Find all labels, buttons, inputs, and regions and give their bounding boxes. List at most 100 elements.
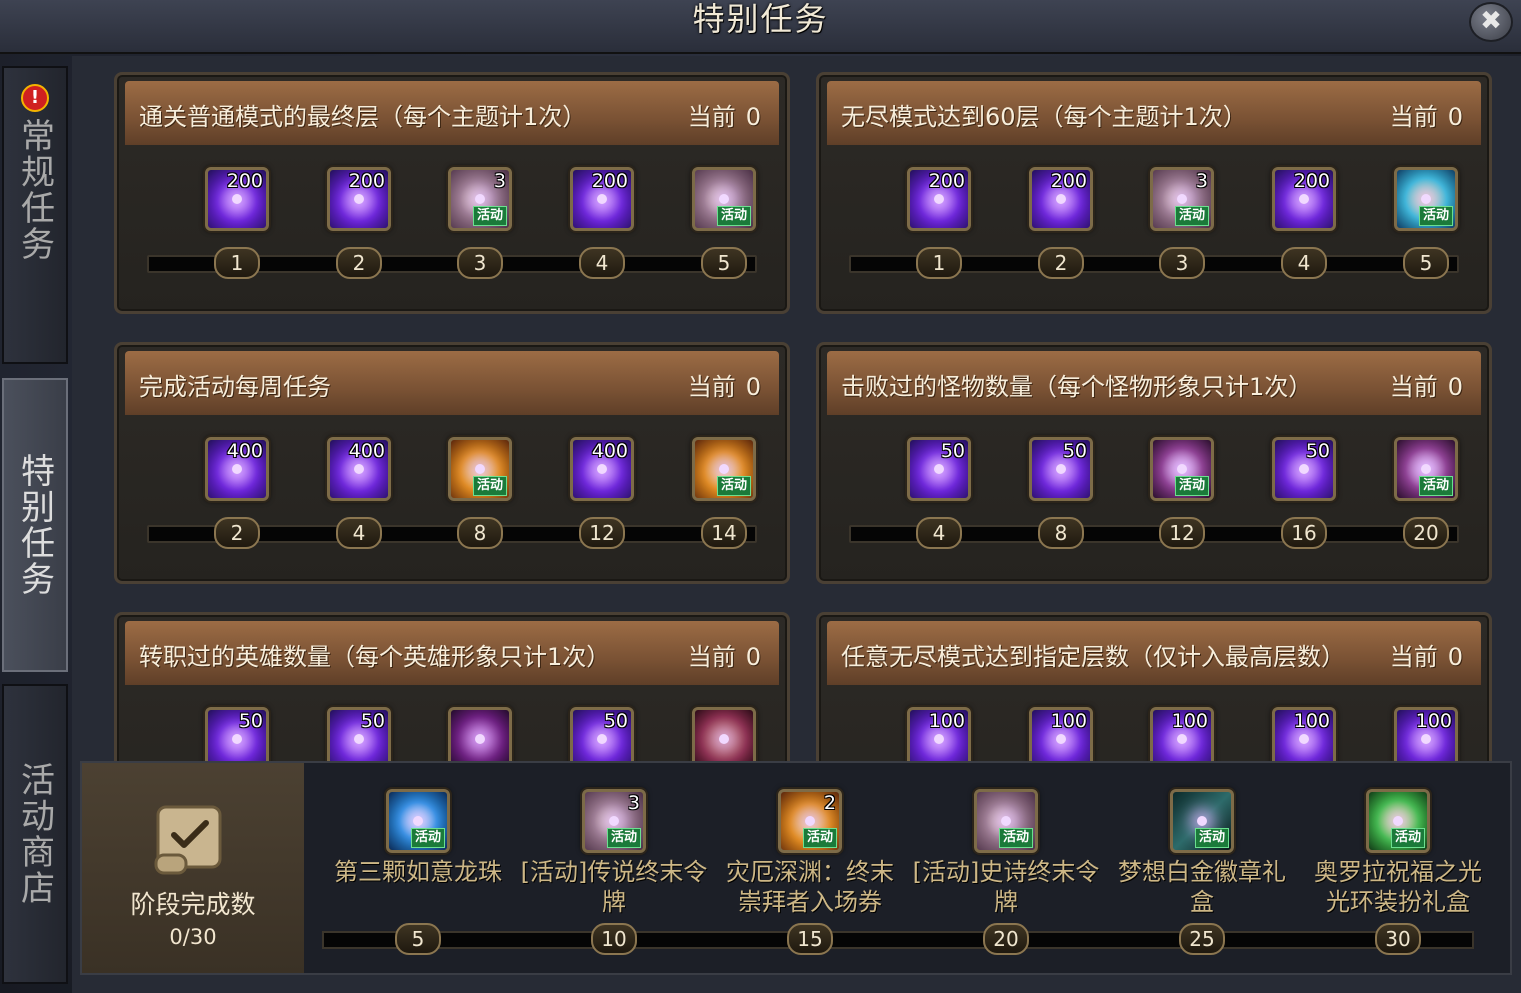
tab-event-shop[interactable]: 活动商店 (2, 684, 68, 984)
tab-special-tasks[interactable]: 特别任务 (2, 378, 68, 672)
reward-quantity: 50 (360, 710, 385, 732)
crystal-reward-icon[interactable]: 400 (205, 437, 269, 501)
task-card: 击败过的怪物数量（每个怪物形象只计1次） 当前 0 50 50 活动 50 活动 4 8 12 16 2… (816, 342, 1492, 584)
task-header: 无尽模式达到60层（每个主题计1次） 当前 0 (827, 81, 1481, 145)
milestone-node: 4 (336, 517, 382, 549)
milestone-node: 14 (701, 517, 747, 549)
task-card: 完成活动每周任务 当前 0 400 400 活动 400 活动 2 4 8 12 14 (114, 342, 790, 584)
token-reward-icon[interactable]: 活动 (692, 167, 756, 231)
task-title: 通关普通模式的最终层（每个主题计1次） (139, 103, 587, 131)
event-tag: 活动 (472, 206, 507, 226)
current-label: 当前 (687, 373, 736, 401)
tab-label: 常规任务 (14, 118, 55, 262)
chest-pink-reward-icon[interactable]: 活动 (1150, 437, 1214, 501)
token-reward-icon[interactable]: 3 活动 (448, 167, 512, 231)
stage-reward-name: 灾厄深渊：终末崇拜者入场券 (726, 858, 894, 916)
title-bar: 特别任务 ✖ (0, 0, 1521, 54)
chest-green-stage-reward-icon[interactable]: 活动 (1366, 789, 1430, 853)
reward-quantity: 100 (1171, 710, 1208, 732)
task-header: 任意无尽模式达到指定层数（仅计入最高层数） 当前 0 (827, 621, 1481, 685)
milestone-node: 3 (1159, 247, 1205, 279)
gold-reward-icon[interactable]: 活动 (692, 437, 756, 501)
event-tag: 活动 (1174, 206, 1209, 226)
chest-blue-reward-icon[interactable]: 活动 (1394, 167, 1458, 231)
task-current: 当前 0 (688, 367, 761, 402)
reward-quantity: 400 (226, 440, 263, 462)
reward-quantity: 100 (928, 710, 965, 732)
current-label: 当前 (687, 103, 736, 131)
event-tag: 活动 (716, 476, 751, 496)
crystal-reward-icon[interactable]: 200 (1272, 167, 1336, 231)
crystal-reward-icon[interactable]: 400 (327, 437, 391, 501)
milestone-node: 20 (1403, 517, 1449, 549)
tab-regular-tasks[interactable]: ! 常规任务 (2, 66, 68, 364)
task-current: 当前 0 (688, 97, 761, 132)
event-tag: 活动 (472, 476, 507, 496)
crystal-reward-icon[interactable]: 200 (907, 167, 971, 231)
orb-stage-reward-icon[interactable]: 活动 (386, 789, 450, 853)
milestone-node: 2 (336, 247, 382, 279)
reward-quantity: 400 (348, 440, 385, 462)
reward-quantity: 2 (823, 792, 836, 814)
task-header: 完成活动每周任务 当前 0 (125, 351, 779, 415)
crystal-reward-icon[interactable]: 400 (570, 437, 634, 501)
stage-summary: 阶段完成数 0/30 (82, 763, 304, 973)
task-title: 任意无尽模式达到指定层数（仅计入最高层数） (841, 643, 1345, 671)
reward-quantity: 100 (1293, 710, 1330, 732)
token-stage-reward-icon[interactable]: 活动 (974, 789, 1038, 853)
task-header: 转职过的英雄数量（每个英雄形象只计1次） 当前 0 (125, 621, 779, 685)
milestone-node: 3 (457, 247, 503, 279)
reward-row: 400 400 活动 400 活动 (117, 437, 787, 507)
stage-milestone-node: 15 (787, 923, 833, 955)
sidebar: ! 常规任务 特别任务 活动商店 (0, 66, 70, 993)
milestone-node: 1 (214, 247, 260, 279)
crystal-reward-icon[interactable]: 50 (907, 437, 971, 501)
reward-quantity: 200 (226, 170, 263, 192)
reward-quantity: 100 (1415, 710, 1452, 732)
reward-quantity: 50 (1062, 440, 1087, 462)
reward-quantity: 3 (493, 170, 506, 192)
gold-reward-icon[interactable]: 活动 (448, 437, 512, 501)
milestone-node: 5 (1403, 247, 1449, 279)
event-tag: 活动 (998, 828, 1033, 848)
current-value: 0 (745, 373, 761, 401)
reward-quantity: 100 (1050, 710, 1087, 732)
stage-reward-name: [活动]传说终末令牌 (520, 858, 708, 916)
crystal-reward-icon[interactable]: 50 (1272, 437, 1336, 501)
token-stage-reward-icon[interactable]: 3 活动 (582, 789, 646, 853)
milestone-node: 4 (1281, 247, 1327, 279)
crystal-reward-icon[interactable]: 200 (1029, 167, 1093, 231)
token-reward-icon[interactable]: 3 活动 (1150, 167, 1214, 231)
chest-pink-reward-icon[interactable]: 活动 (1394, 437, 1458, 501)
reward-quantity: 50 (238, 710, 263, 732)
event-tag: 活动 (716, 206, 751, 226)
reward-quantity: 200 (591, 170, 628, 192)
crystal-reward-icon[interactable]: 200 (570, 167, 634, 231)
task-card: 无尽模式达到60层（每个主题计1次） 当前 0 200 200 3 活动 200 活动 1 2 3 4 5 (816, 72, 1492, 314)
gold-stage-reward-icon[interactable]: 2 活动 (778, 789, 842, 853)
stage-count: 0/30 (169, 925, 217, 949)
stage-milestone-node: 30 (1375, 923, 1421, 955)
task-header: 通关普通模式的最终层（每个主题计1次） 当前 0 (125, 81, 779, 145)
dagger-stage-reward-icon[interactable]: 活动 (1170, 789, 1234, 853)
milestone-node: 2 (214, 517, 260, 549)
stage-reward-name: 梦想白金徽章礼盒 (1118, 858, 1286, 916)
reward-row: 50 50 活动 50 活动 (819, 437, 1489, 507)
event-tag: 活动 (606, 828, 641, 848)
task-title: 击败过的怪物数量（每个怪物形象只计1次） (841, 373, 1313, 401)
crystal-reward-icon[interactable]: 200 (205, 167, 269, 231)
task-current: 当前 0 (1390, 97, 1463, 132)
event-tag: 活动 (1418, 206, 1453, 226)
stage-milestone-node: 25 (1179, 923, 1225, 955)
stage-milestone-node: 20 (983, 923, 1029, 955)
crystal-reward-icon[interactable]: 200 (327, 167, 391, 231)
crystal-reward-icon[interactable]: 50 (1029, 437, 1093, 501)
current-value: 0 (1447, 373, 1463, 401)
stage-reward-name: [活动]史诗终末令牌 (912, 858, 1100, 916)
milestone-node: 16 (1281, 517, 1327, 549)
task-title: 完成活动每周任务 (139, 373, 331, 401)
current-value: 0 (745, 103, 761, 131)
stage-progress-panel: 阶段完成数 0/30 活动 第三颗如意龙珠 5 3 活动 [活动]传说终末令牌 10 2 活动灾… (80, 761, 1512, 975)
close-button[interactable]: ✖ (1469, 2, 1513, 42)
stage-reward-name: 奥罗拉祝福之光光环装扮礼盒 (1314, 858, 1482, 916)
